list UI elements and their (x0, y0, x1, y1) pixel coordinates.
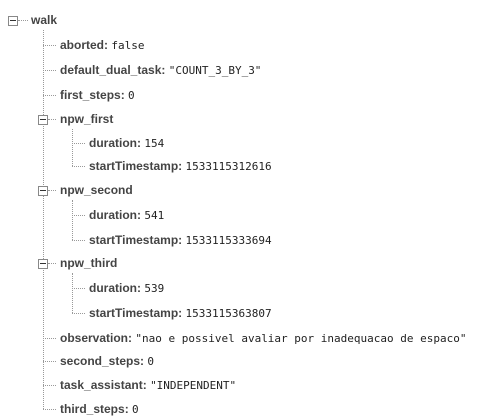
node-value: 539 (144, 282, 165, 295)
tree-node-npw-third[interactable]: npw_third (60, 253, 117, 273)
tree-connector (72, 273, 73, 313)
node-separator: : (137, 136, 141, 150)
node-separator: : (178, 159, 183, 173)
tree-connector (48, 190, 56, 191)
tree-connector (43, 95, 56, 96)
collapse-toggle-icon[interactable] (38, 186, 48, 196)
tree-connector (43, 338, 56, 339)
node-separator: : (137, 281, 141, 295)
json-tree: walk aborted: false default_dual_task: "… (0, 0, 504, 416)
node-key: duration (89, 136, 137, 150)
node-value: 154 (144, 137, 165, 150)
node-separator: : (137, 208, 141, 222)
node-value: "COUNT_3_BY_3" (168, 64, 262, 77)
node-value: 1533115312616 (185, 160, 272, 173)
node-key: npw_first (60, 112, 114, 126)
tree-node-aborted[interactable]: aborted: false (60, 35, 144, 55)
node-value: 1533115333694 (185, 234, 272, 247)
node-key: duration (89, 281, 137, 295)
collapse-toggle-icon[interactable] (38, 115, 48, 125)
tree-connector (72, 313, 85, 314)
node-key: startTimestamp (89, 233, 179, 247)
node-key: observation (60, 331, 129, 345)
tree-connector (72, 240, 85, 241)
node-key: aborted (60, 38, 105, 52)
tree-connector (43, 361, 56, 362)
tree-node-npw-second[interactable]: npw_second (60, 180, 133, 200)
node-separator: : (124, 402, 129, 416)
node-value: 0 (132, 403, 139, 416)
collapse-toggle-icon[interactable] (8, 16, 18, 26)
node-key: duration (89, 208, 137, 222)
tree-node-task-assistant[interactable]: task_assistant: "INDEPENDENT" (60, 375, 236, 395)
tree-connector (72, 166, 85, 167)
tree-connector (72, 143, 85, 144)
tree-node-npw-third-start-timestamp[interactable]: startTimestamp: 1533115363807 (89, 303, 272, 323)
tree-node-first-steps[interactable]: first_steps: 0 (60, 85, 135, 105)
node-key: walk (31, 13, 58, 27)
tree-node-npw-second-duration[interactable]: duration: 541 (89, 205, 164, 225)
node-value: "nao e possivel avaliar por inadequacao … (135, 332, 467, 345)
tree-connector (43, 30, 44, 409)
node-separator: : (178, 306, 183, 320)
node-value: "INDEPENDENT" (150, 379, 237, 392)
node-key: npw_third (60, 256, 118, 270)
node-separator: : (161, 63, 166, 77)
node-separator: : (142, 378, 147, 392)
tree-connector (72, 129, 73, 166)
tree-connector (43, 45, 56, 46)
tree-connector (48, 119, 56, 120)
node-separator: : (140, 354, 145, 368)
collapse-toggle-icon[interactable] (38, 259, 48, 269)
tree-node-npw-first[interactable]: npw_first (60, 109, 113, 129)
node-key: npw_second (60, 183, 133, 197)
node-separator: : (178, 233, 183, 247)
node-key: startTimestamp (89, 159, 179, 173)
node-key: default_dual_task (60, 63, 162, 77)
node-value: 1533115363807 (185, 307, 272, 320)
tree-node-npw-third-duration[interactable]: duration: 539 (89, 278, 164, 298)
node-value: false (111, 39, 145, 52)
tree-node-npw-first-start-timestamp[interactable]: startTimestamp: 1533115312616 (89, 156, 272, 176)
node-value: 0 (147, 355, 155, 368)
tree-node-default-dual-task[interactable]: default_dual_task: "COUNT_3_BY_3" (60, 60, 261, 80)
node-key: first_steps (60, 88, 121, 102)
tree-connector (72, 200, 73, 240)
tree-connector (72, 215, 85, 216)
tree-node-third-steps[interactable]: third_steps: 0 (60, 399, 139, 419)
node-value: 541 (144, 209, 165, 222)
tree-connector (18, 20, 28, 21)
tree-connector (43, 385, 56, 386)
node-key: third_steps (60, 402, 125, 416)
node-separator: : (120, 88, 125, 102)
tree-node-second-steps[interactable]: second_steps: 0 (60, 351, 154, 371)
node-key: second_steps (60, 354, 141, 368)
tree-connector (43, 70, 56, 71)
tree-connector (43, 409, 56, 410)
tree-connector (48, 263, 56, 264)
tree-connector (72, 288, 85, 289)
tree-node-npw-second-start-timestamp[interactable]: startTimestamp: 1533115333694 (89, 230, 272, 250)
node-value: 0 (128, 89, 135, 102)
node-separator: : (104, 38, 109, 52)
tree-node-observation[interactable]: observation: "nao e possivel avaliar por… (60, 328, 467, 348)
tree-node-root[interactable]: walk (31, 10, 57, 30)
node-key: startTimestamp (89, 306, 179, 320)
node-separator: : (128, 331, 133, 345)
node-key: task_assistant (60, 378, 143, 392)
tree-node-npw-first-duration[interactable]: duration: 154 (89, 133, 164, 153)
